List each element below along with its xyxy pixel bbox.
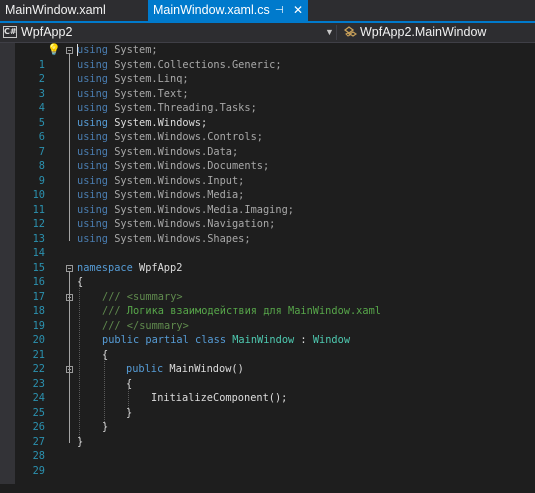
tab-mainwindow-xaml-cs[interactable]: MainWindow.xaml.cs ⊣ ✕	[148, 0, 308, 21]
code-text: namespace WpfApp2	[77, 261, 183, 274]
code-text: /// <summary>	[102, 290, 183, 303]
code-line[interactable]: 27 }	[0, 420, 535, 448]
collapse-comment-toggle[interactable]	[66, 293, 73, 301]
project-dropdown[interactable]: C# WpfApp2 ▼	[0, 23, 336, 42]
code-line[interactable]: 21 public partial class MainWindow : Win…	[0, 333, 535, 361]
navbar-divider	[336, 25, 337, 40]
code-line[interactable]: 12 using System.Windows.Media.Imaging;	[0, 203, 535, 231]
pin-tab-icon[interactable]: ⊣	[275, 0, 284, 21]
close-tab-icon[interactable]: ✕	[293, 0, 303, 21]
navigation-bar: C# WpfApp2 ▼ WpfApp2.MainWindow	[0, 23, 535, 43]
code-text: InitializeComponent();	[151, 392, 288, 404]
line-number: 29	[32, 464, 45, 477]
code-line[interactable]: 13 using System.Windows.Navigation;	[0, 217, 535, 245]
type-member-dropdown[interactable]: WpfApp2.MainWindow	[338, 23, 535, 42]
code-text: using System.Windows.Controls;	[77, 131, 263, 143]
code-line[interactable]: 19 /// Логика взаимодействия для MainWin…	[0, 304, 535, 332]
lightbulb-icon[interactable]: 💡	[47, 43, 61, 58]
code-text: using System.Windows.Data;	[77, 145, 239, 158]
collapse-usings-toggle[interactable]	[66, 47, 73, 54]
code-text: using System.Threading.Tasks;	[77, 102, 257, 114]
code-text: using System.Windows.Media;	[77, 189, 245, 201]
tab-mainwindow-xaml[interactable]: MainWindow.xaml	[0, 0, 148, 21]
code-text: using System.Windows.Navigation;	[77, 218, 276, 230]
code-line[interactable]: 9 using System.Windows.Documents;	[0, 159, 535, 187]
tab-label: MainWindow.xaml	[5, 3, 106, 17]
code-line[interactable]: 15	[0, 246, 535, 274]
code-line[interactable]: 24 {	[0, 377, 535, 405]
code-line[interactable]: 5 using System.Threading.Tasks;	[0, 101, 535, 129]
code-text: }	[102, 421, 109, 433]
code-line[interactable]: 17 {	[0, 275, 535, 303]
type-member-name: WpfApp2.MainWindow	[360, 25, 487, 39]
tab-label: MainWindow.xaml.cs	[153, 3, 270, 17]
code-text: using System.Windows;	[77, 116, 208, 129]
code-text: using System.Linq;	[77, 73, 189, 85]
code-text: }	[77, 435, 84, 448]
collapse-namespace-toggle[interactable]	[66, 264, 73, 272]
csharp-project-icon: C#	[3, 26, 17, 38]
code-text: }	[126, 406, 133, 419]
code-text: public partial class MainWindow : Window	[102, 334, 351, 346]
code-text: using System.Collections.Generic;	[77, 58, 282, 71]
document-tab-strip: MainWindow.xaml MainWindow.xaml.cs ⊣ ✕	[0, 0, 535, 23]
code-line[interactable]: 28 }	[0, 435, 535, 463]
code-text: using System.Windows.Shapes;	[77, 232, 251, 245]
code-line[interactable]: 4 using System.Text;	[0, 87, 535, 115]
code-line[interactable]: 7 using System.Windows.Controls;	[0, 130, 535, 158]
collapse-constructor-toggle[interactable]	[66, 366, 73, 373]
code-line[interactable]: 2 using System.Collections.Generic;	[0, 58, 535, 86]
code-text: using System.Text;	[77, 87, 189, 100]
class-icon	[343, 25, 358, 43]
chevron-down-icon: ▼	[325, 27, 334, 37]
project-name: WpfApp2	[21, 25, 73, 39]
code-text: {	[77, 276, 84, 288]
code-text: /// </summary>	[102, 319, 189, 332]
code-line[interactable]: 1 💡 using System;	[0, 43, 535, 71]
code-line[interactable]: 23 public MainWindow()	[0, 362, 535, 390]
code-text: {	[126, 377, 133, 390]
code-line[interactable]: 10 using System.Windows.Input;	[0, 174, 535, 202]
code-text: public MainWindow()	[126, 363, 244, 375]
code-editor[interactable]: 1 💡 using System; 2 using System.Collect…	[0, 43, 535, 484]
code-line[interactable]: 29	[0, 449, 535, 477]
code-line[interactable]: 6 using System.Windows;	[0, 116, 535, 144]
code-line[interactable]: 14 using System.Windows.Shapes;	[0, 232, 535, 260]
code-line[interactable]: 18 /// <summary>	[0, 290, 535, 318]
code-line[interactable]: 22 {	[0, 348, 535, 376]
code-text: {	[102, 348, 109, 361]
code-line[interactable]: 20 /// </summary>	[0, 319, 535, 347]
code-line[interactable]: 8 using System.Windows.Data;	[0, 145, 535, 173]
text-caret	[77, 44, 78, 56]
code-line[interactable]: 11 using System.Windows.Media;	[0, 188, 535, 216]
code-line[interactable]: 16 namespace WpfApp2	[0, 261, 535, 289]
code-line[interactable]: 3 using System.Linq;	[0, 72, 535, 100]
code-text: using System.Windows.Documents;	[77, 160, 270, 172]
code-text: using System.Windows.Input;	[77, 174, 245, 187]
code-text: using System.Windows.Media.Imaging;	[77, 203, 294, 216]
code-line[interactable]: 26 }	[0, 406, 535, 434]
code-text: using System;	[77, 44, 158, 56]
code-text: /// Логика взаимодействия для MainWindow…	[102, 305, 381, 317]
code-line[interactable]: 25 InitializeComponent();	[0, 391, 535, 419]
